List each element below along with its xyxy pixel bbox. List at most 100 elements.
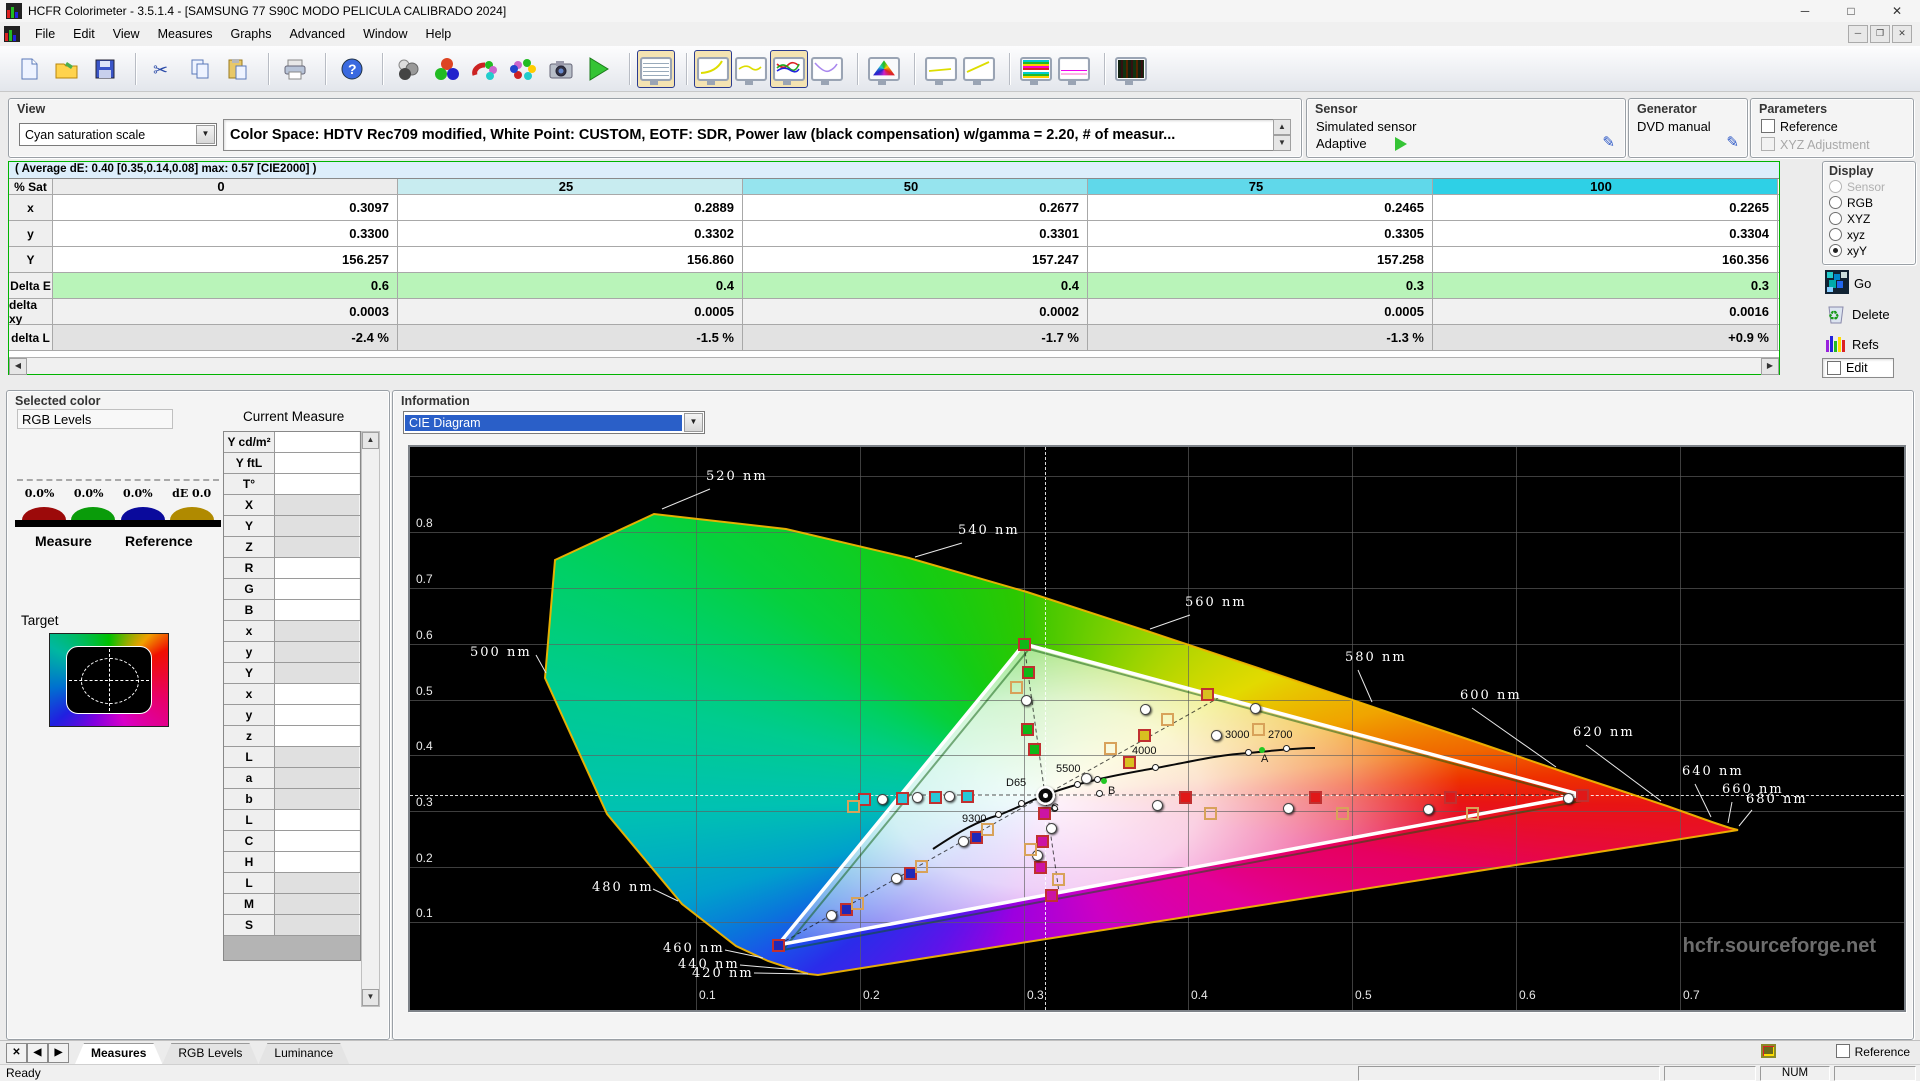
measure-row-value[interactable]	[275, 768, 359, 788]
graph-history-icon[interactable]	[1112, 50, 1150, 88]
table-cell[interactable]: 0.0005	[1088, 299, 1433, 324]
measure-row-value[interactable]	[275, 495, 359, 515]
graph-luminance-icon[interactable]	[808, 50, 846, 88]
print-icon[interactable]	[276, 50, 314, 88]
table-cell[interactable]: 0.4	[743, 273, 1088, 298]
table-cell[interactable]: -1.3 %	[1088, 325, 1433, 350]
measure-row-value[interactable]	[275, 831, 359, 851]
measure-row-value[interactable]	[275, 684, 359, 704]
table-cell[interactable]: 0.4	[398, 273, 743, 298]
help-icon[interactable]: ?	[333, 50, 371, 88]
table-cell[interactable]: -1.5 %	[398, 325, 743, 350]
table-cell[interactable]: 0.2677	[743, 195, 1088, 220]
mdi-restore-button[interactable]: ❐	[1870, 25, 1890, 43]
delete-button[interactable]: ♻ Delete	[1822, 299, 1914, 330]
table-cell[interactable]: 156.860	[398, 247, 743, 272]
table-cell[interactable]: 0.3300	[53, 221, 398, 246]
go-button[interactable]: Go	[1822, 268, 1914, 299]
table-cell[interactable]: 0.0016	[1433, 299, 1778, 324]
measure-row-value[interactable]	[275, 726, 359, 746]
measure-row-value[interactable]	[275, 516, 359, 536]
tab-scroll-right-icon[interactable]: ▶	[48, 1043, 69, 1063]
close-button[interactable]: ✕	[1874, 0, 1920, 22]
measure-row-value[interactable]	[275, 915, 359, 935]
graph-gamut-icon[interactable]	[1055, 50, 1093, 88]
mdi-close-button[interactable]: ✕	[1892, 25, 1912, 43]
menu-advanced[interactable]: Advanced	[280, 24, 354, 44]
menu-file[interactable]: File	[26, 24, 64, 44]
menu-edit[interactable]: Edit	[64, 24, 104, 44]
statusbar-reference-checkbox[interactable]: Reference	[1835, 1044, 1910, 1059]
information-view-select[interactable]: CIE Diagram ▼	[403, 411, 705, 434]
maximize-button[interactable]: □	[1828, 0, 1874, 22]
table-cell[interactable]: -1.7 %	[743, 325, 1088, 350]
column-header-100[interactable]: 100	[1433, 179, 1778, 194]
table-hscrollbar[interactable]: ◀ ▶	[9, 357, 1779, 375]
measure-row-value[interactable]	[275, 432, 359, 452]
scroll-right-icon[interactable]: ▶	[1761, 358, 1779, 375]
scroll-left-icon[interactable]: ◀	[9, 358, 27, 375]
run-measures-icon[interactable]	[580, 50, 618, 88]
table-cell[interactable]: 0.6	[53, 273, 398, 298]
chevron-down-icon[interactable]: ▼	[684, 413, 703, 432]
measure-row-value[interactable]	[275, 642, 359, 662]
measure-row-value[interactable]	[275, 663, 359, 683]
measure-row-value[interactable]	[275, 705, 359, 725]
table-cell[interactable]: 0.2889	[398, 195, 743, 220]
sensor-play-icon[interactable]	[1395, 137, 1407, 151]
edit-checkbox[interactable]: Edit	[1822, 358, 1894, 378]
tab-scroll-left-icon[interactable]: ◀	[27, 1043, 48, 1063]
radio-rgb[interactable]: RGB	[1829, 195, 1909, 211]
measure-row-value[interactable]	[275, 747, 359, 767]
radio-xyz[interactable]: XYZ	[1829, 211, 1909, 227]
table-cell[interactable]: 0.3301	[743, 221, 1088, 246]
graph-table-icon[interactable]	[637, 49, 675, 88]
table-cell[interactable]: 0.3	[1433, 273, 1778, 298]
open-folder-icon[interactable]	[48, 50, 86, 88]
new-file-icon[interactable]	[10, 50, 48, 88]
table-cell[interactable]: 0.0005	[398, 299, 743, 324]
measure-primaries-icon[interactable]	[428, 50, 466, 88]
measure-row-value[interactable]	[275, 789, 359, 809]
tab-close-icon[interactable]: ✕	[6, 1043, 27, 1063]
copy-icon[interactable]	[181, 50, 219, 88]
graph-rgb-levels-icon[interactable]	[770, 49, 808, 88]
table-cell[interactable]: 0.3302	[398, 221, 743, 246]
measure-grayscale-icon[interactable]	[390, 50, 428, 88]
column-header-75[interactable]: 75	[1088, 179, 1433, 194]
table-cell[interactable]: 160.356	[1433, 247, 1778, 272]
menu-help[interactable]: Help	[417, 24, 461, 44]
measure-row-value[interactable]	[275, 558, 359, 578]
table-cell[interactable]: 157.247	[743, 247, 1088, 272]
table-cell[interactable]: 0.0003	[53, 299, 398, 324]
table-cell[interactable]: 156.257	[53, 247, 398, 272]
scale-select[interactable]: Cyan saturation scale ▼	[19, 123, 217, 146]
measure-row-value[interactable]	[275, 537, 359, 557]
table-cell[interactable]: 0.0002	[743, 299, 1088, 324]
menu-measures[interactable]: Measures	[149, 24, 222, 44]
table-cell[interactable]: 0.3305	[1088, 221, 1433, 246]
sensor-config-icon[interactable]: ✎	[1602, 133, 1615, 151]
tab-rgb-levels[interactable]: RGB Levels	[162, 1043, 258, 1064]
menu-graphs[interactable]: Graphs	[221, 24, 280, 44]
graph-contrast-icon[interactable]	[960, 50, 998, 88]
graph-colortemp-icon[interactable]	[922, 50, 960, 88]
graph-gamma-icon[interactable]	[694, 49, 732, 88]
column-header-25[interactable]: 25	[398, 179, 743, 194]
measure-row-value[interactable]	[275, 810, 359, 830]
menu-window[interactable]: Window	[354, 24, 416, 44]
mdi-minimize-button[interactable]: ─	[1848, 25, 1868, 43]
tab-luminance[interactable]: Luminance	[258, 1043, 349, 1064]
generator-config-icon[interactable]: ✎	[1726, 133, 1739, 151]
table-cell[interactable]: 157.258	[1088, 247, 1433, 272]
measure-row-value[interactable]	[275, 621, 359, 641]
radio-xyz[interactable]: xyz	[1829, 227, 1909, 243]
graph-cie-diagram-icon[interactable]	[865, 50, 903, 88]
table-cell[interactable]: -2.4 %	[53, 325, 398, 350]
measure-row-value[interactable]	[275, 474, 359, 494]
measure-row-value[interactable]	[275, 873, 359, 893]
table-cell[interactable]: 0.2265	[1433, 195, 1778, 220]
info-spinner[interactable]: ▲ ▼	[1273, 119, 1291, 151]
measure-row-value[interactable]	[275, 852, 359, 872]
refs-button[interactable]: Refs	[1822, 330, 1914, 359]
